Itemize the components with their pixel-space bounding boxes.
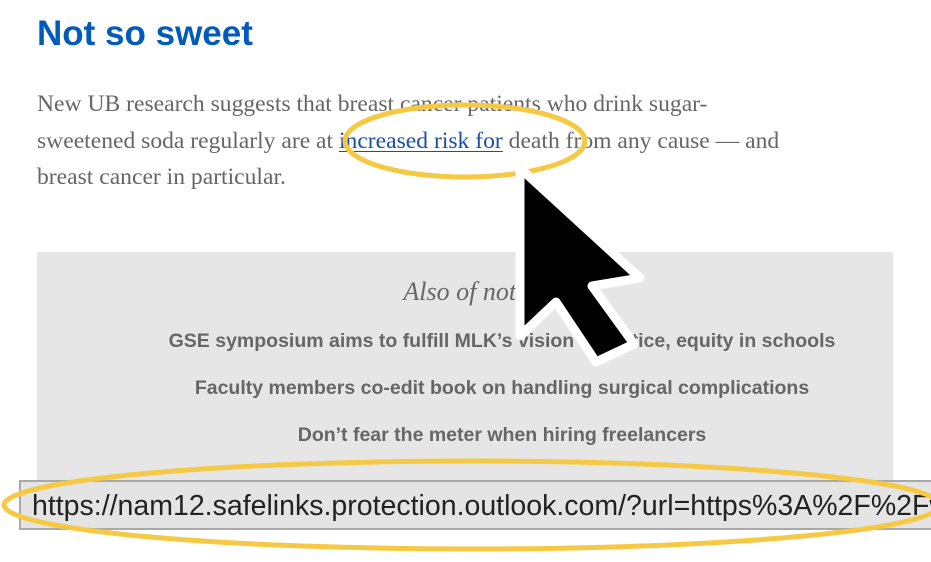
also-of-note-title: Also of note	[403, 277, 528, 306]
note-link-mlk-symposium[interactable]: GSE symposium aims to fulfill MLK’s visi…	[37, 328, 931, 354]
paragraph-line-2-start: sweetened soda regularly are at	[37, 127, 339, 154]
note-link-freelancers[interactable]: Don’t fear the meter when hiring freelan…	[37, 422, 931, 448]
article-heading: Not so sweet	[37, 14, 253, 53]
article-paragraph: New UB research suggests that breast can…	[37, 86, 917, 196]
link-url-status-bar: https://nam12.safelinks.protection.outlo…	[19, 480, 931, 530]
status-bar-url: https://nam12.safelinks.protection.outlo…	[32, 490, 931, 522]
paragraph-line-1: New UB research suggests that breast can…	[37, 91, 708, 117]
note-link-surgical-book[interactable]: Faculty members co-edit book on handling…	[37, 375, 931, 401]
paragraph-line-2-end: death from any cause — and	[502, 127, 780, 154]
increased-risk-link[interactable]: increased risk for	[339, 128, 503, 154]
paragraph-line-2: sweetened soda regularly are at increase…	[37, 123, 917, 160]
paragraph-line-3: breast cancer in particular.	[37, 164, 286, 190]
